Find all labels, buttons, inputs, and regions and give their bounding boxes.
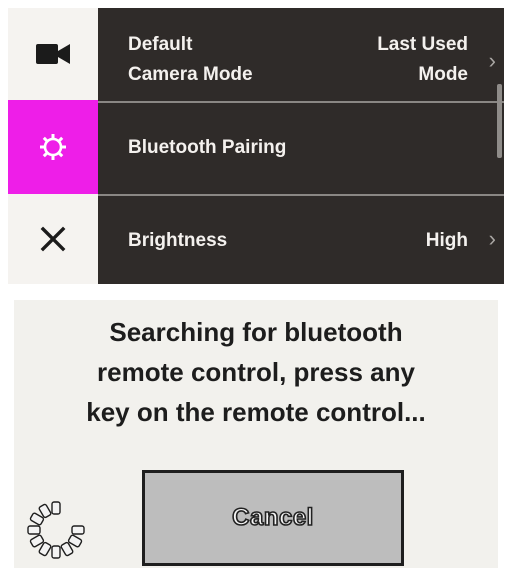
icon-column [8,8,98,284]
spinner-segment [27,525,41,535]
setting-bluetooth-pairing[interactable]: Bluetooth Pairing [98,102,504,194]
sidebar-item-close[interactable] [8,194,98,284]
loading-spinner-icon [27,501,85,559]
sidebar-item-camera[interactable] [8,8,98,100]
setting-value: High [425,230,468,251]
spinner-segment [51,501,61,515]
setting-label-line1: Default [128,34,193,55]
settings-menu: Default Camera Mode Last Used Mode › Blu… [8,8,504,284]
setting-label-line2: Camera Mode [128,64,253,85]
gear-icon [40,134,66,160]
close-icon [40,226,66,252]
setting-label: Bluetooth Pairing [128,137,287,158]
setting-value-line1: Last Used [377,34,468,55]
cancel-button-label: Cancel [231,503,314,532]
dialog-message-line2: remote control, press any [97,357,415,387]
setting-default-camera-mode[interactable]: Default Camera Mode Last Used Mode › [98,8,504,100]
setting-label: Brightness [128,230,228,251]
chevron-right-icon: › [488,226,496,251]
cancel-button[interactable]: Cancel [142,470,404,566]
setting-value: Last Used Mode [328,30,468,90]
video-camera-icon [36,44,70,64]
dialog-message-line1: Searching for bluetooth [109,317,403,347]
spinner-segment [71,525,85,535]
dialog-message-line3: key on the remote control... [86,397,426,427]
spinner-segment [51,545,61,559]
sidebar-item-settings[interactable] [8,100,98,194]
chevron-right-icon: › [488,48,496,73]
scrollbar[interactable] [497,84,502,158]
dialog-message: Searching for bluetooth remote control, … [14,312,498,432]
bluetooth-search-dialog: Searching for bluetooth remote control, … [14,300,498,568]
setting-brightness[interactable]: Brightness High › [98,196,504,284]
setting-value-line2: Mode [418,64,468,85]
settings-rows: Default Camera Mode Last Used Mode › Blu… [98,8,504,284]
screen: Default Camera Mode Last Used Mode › Blu… [0,0,506,573]
setting-label: Default Camera Mode [128,30,308,90]
